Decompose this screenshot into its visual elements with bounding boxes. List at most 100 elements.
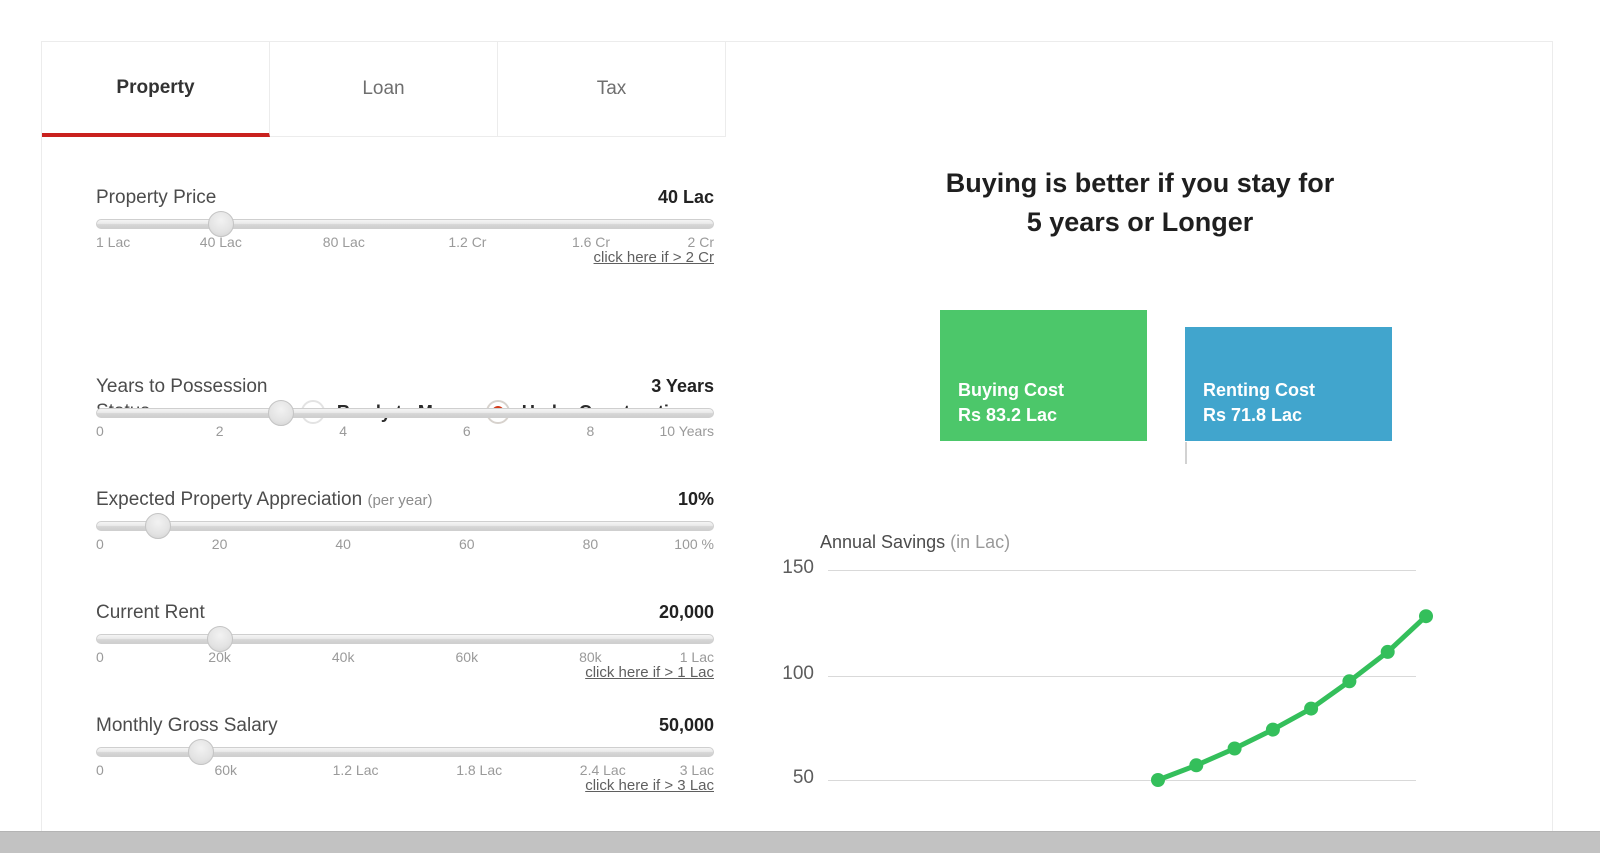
tab-loan[interactable]: Loan [270,42,498,137]
buying-cost-title: Buying Cost [958,378,1129,402]
savings-point[interactable] [1266,723,1280,737]
tick: 2.4 Lac [580,762,626,778]
tick: 80 [583,536,599,552]
tick: 40 [335,536,351,552]
current-rent-value: 20,000 [659,602,714,623]
current-rent-label: Current Rent [96,602,205,624]
property-appreciation-label-main: Expected Property Appreciation [96,489,362,510]
field-monthly-gross-salary: Monthly Gross Salary 50,000 0 60k 1.2 La… [96,715,714,788]
current-rent-header: Current Rent 20,000 [96,602,714,624]
property-price-over-limit-link[interactable]: click here if > 2 Cr [594,249,714,266]
current-rent-slider[interactable] [96,631,714,647]
property-appreciation-ticks: 0 20 40 60 80 100 % [96,536,714,562]
years-to-possession-slider-track[interactable] [96,408,714,418]
tick: 1.2 Lac [333,762,379,778]
monthly-gross-salary-label: Monthly Gross Salary [96,715,278,737]
tick: 60 [459,536,475,552]
property-appreciation-slider-track[interactable] [96,521,714,531]
tick: 1.8 Lac [456,762,502,778]
cost-comparison-bars: Buying Cost Rs 83.2 Lac Renting Cost Rs … [726,42,1553,472]
tick: 3 Lac [680,762,714,778]
results-panel: Buying is better if you stay for 5 years… [726,42,1553,831]
tick: 1 Lac [680,649,714,665]
tick: 80 Lac [323,234,365,250]
savings-point[interactable] [1228,742,1242,756]
savings-point[interactable] [1419,609,1433,623]
tick: 40 Lac [200,234,242,250]
tick: 0 [96,536,104,552]
savings-point[interactable] [1342,674,1356,688]
renting-cost-value: Rs 71.8 Lac [1203,403,1374,427]
tick: 10 Years [660,423,715,439]
annual-savings-chart: Annual Savings (in Lac) 150 100 50 [726,532,1553,831]
buying-cost-value: Rs 83.2 Lac [958,403,1129,427]
tick: 20k [208,649,231,665]
property-appreciation-slider[interactable] [96,518,714,534]
years-to-possession-header: Years to Possession 3 Years [96,376,714,398]
tick: 60k [456,649,479,665]
tab-tax-label: Tax [597,78,627,100]
monthly-gross-salary-header: Monthly Gross Salary 50,000 [96,715,714,737]
years-to-possession-value: 3 Years [651,376,714,397]
tick: 4 [339,423,347,439]
tick: 0 [96,649,104,665]
chart-title: Annual Savings (in Lac) [820,532,1010,553]
tick: 20 [212,536,228,552]
renting-cost-title: Renting Cost [1203,378,1374,402]
renting-cost-bar[interactable]: Renting Cost Rs 71.8 Lac [1185,327,1392,441]
savings-point[interactable] [1304,702,1318,716]
chart-title-main: Annual Savings [820,532,945,552]
tick: 1.6 Cr [572,234,610,250]
field-property-appreciation: Expected Property Appreciation (per year… [96,489,714,562]
field-property-price: Property Price 40 Lac 1 Lac 40 Lac 80 La… [96,187,714,260]
years-to-possession-ticks: 0 2 4 6 8 10 Years [96,423,714,449]
current-rent-slider-track[interactable] [96,634,714,644]
current-rent-over-limit-link[interactable]: click here if > 1 Lac [585,664,714,681]
property-price-label: Property Price [96,187,216,209]
field-years-to-possession: Years to Possession 3 Years 0 2 4 6 8 10… [96,376,714,449]
savings-line-series [726,562,1553,831]
horizontal-scrollbar[interactable] [0,831,1600,853]
savings-point[interactable] [1189,758,1203,772]
tab-property[interactable]: Property [42,42,270,137]
property-appreciation-sublabel: (per year) [367,492,432,509]
property-price-slider[interactable] [96,216,714,232]
savings-points [1151,609,1433,787]
property-price-value: 40 Lac [658,187,714,208]
tick: 2 Cr [688,234,714,250]
years-to-possession-label: Years to Possession [96,376,267,398]
property-price-header: Property Price 40 Lac [96,187,714,209]
tick: 1.2 Cr [448,234,486,250]
tab-bar: Property Loan Tax [42,42,726,137]
property-appreciation-value: 10% [678,489,714,510]
tick: 2 [216,423,224,439]
chart-title-unit: (in Lac) [950,532,1010,552]
renting-bar-baseline-tick [1185,442,1187,464]
tick: 6 [463,423,471,439]
savings-point[interactable] [1151,773,1165,787]
savings-point[interactable] [1381,645,1395,659]
monthly-gross-salary-value: 50,000 [659,715,714,736]
tick: 100 % [674,536,714,552]
tab-property-label: Property [116,77,194,99]
tab-loan-label: Loan [362,78,404,100]
property-form-panel: Property Price 40 Lac 1 Lac 40 Lac 80 La… [42,137,726,831]
property-price-slider-track[interactable] [96,219,714,229]
tab-tax[interactable]: Tax [498,42,726,137]
monthly-gross-salary-over-limit-link[interactable]: click here if > 3 Lac [585,777,714,794]
tick: 1 Lac [96,234,130,250]
chart-plot-area: 150 100 50 [726,562,1553,831]
tick: 80k [579,649,602,665]
tick: 60k [214,762,237,778]
years-to-possession-slider[interactable] [96,405,714,421]
property-appreciation-label: Expected Property Appreciation (per year… [96,489,432,511]
tick: 0 [96,423,104,439]
tick: 8 [586,423,594,439]
property-appreciation-header: Expected Property Appreciation (per year… [96,489,714,511]
field-current-rent: Current Rent 20,000 0 20k 40k 60k 80k 1 … [96,602,714,675]
buying-cost-bar[interactable]: Buying Cost Rs 83.2 Lac [940,310,1147,441]
monthly-gross-salary-slider[interactable] [96,744,714,760]
tick: 40k [332,649,355,665]
calculator-card: Property Loan Tax Property Price 40 Lac … [41,41,1553,831]
savings-polyline [1158,616,1426,780]
